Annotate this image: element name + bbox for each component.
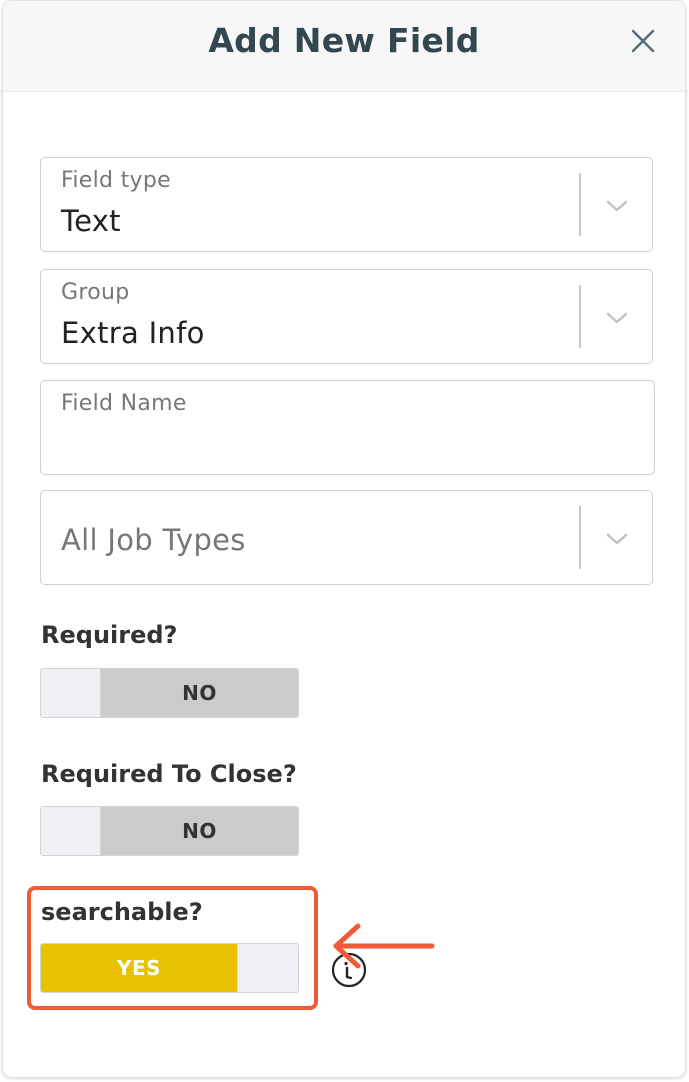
modal-title: Add New Field	[208, 21, 480, 60]
modal-header: Add New Field	[3, 1, 685, 92]
close-icon[interactable]	[627, 25, 659, 57]
group-select[interactable]: Group Extra Info	[40, 269, 653, 364]
job-types-select[interactable]: All Job Types	[40, 490, 653, 585]
arrow-left-icon	[333, 923, 435, 969]
chevron-down-icon[interactable]	[602, 524, 632, 554]
job-types-placeholder: All Job Types	[61, 523, 246, 557]
chevron-down-icon[interactable]	[602, 191, 632, 221]
field-name-input[interactable]: Field Name	[40, 380, 655, 475]
field-type-select[interactable]: Field type Text	[40, 157, 653, 252]
toggle-knob	[41, 669, 101, 717]
required-to-close-toggle-state: NO	[101, 807, 298, 855]
required-label: Required?	[41, 621, 178, 649]
field-type-label: Field type	[61, 168, 171, 193]
required-to-close-label: Required To Close?	[41, 760, 297, 788]
select-divider	[579, 285, 581, 348]
highlight-box	[27, 886, 318, 1010]
field-name-label: Field Name	[61, 391, 187, 416]
select-divider	[579, 506, 581, 569]
select-divider	[579, 173, 581, 236]
required-toggle[interactable]: NO	[40, 668, 299, 718]
field-type-value: Text	[61, 204, 121, 238]
group-label: Group	[61, 280, 130, 305]
chevron-down-icon[interactable]	[602, 303, 632, 333]
group-value: Extra Info	[61, 316, 205, 350]
required-toggle-state: NO	[101, 669, 298, 717]
required-to-close-toggle[interactable]: NO	[40, 806, 299, 856]
toggle-knob	[41, 807, 101, 855]
